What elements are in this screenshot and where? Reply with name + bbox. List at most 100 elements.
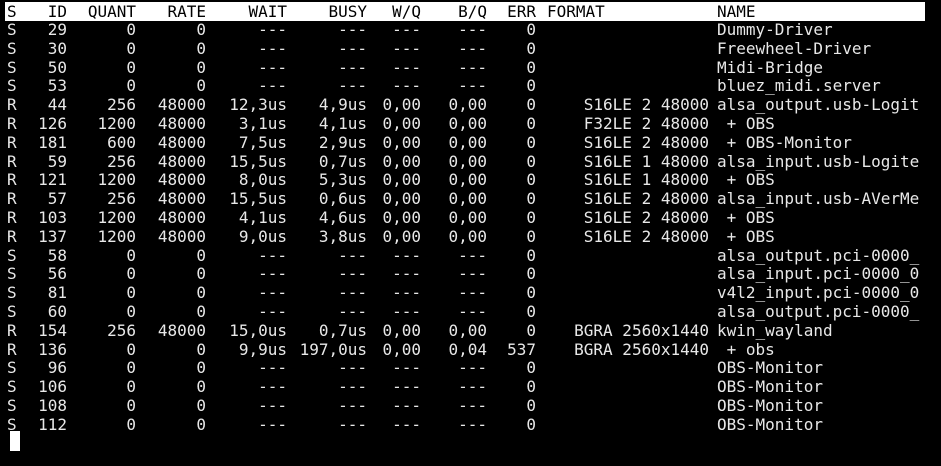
cell-wq: 0,00	[382, 320, 421, 340]
cell-quant: 0	[126, 38, 136, 58]
table-row: R 103 1200 48000 4,1us 4,6us 0,00 0,00 0 S16LE 2 …	[5, 207, 941, 228]
cell-wait: ---	[258, 76, 287, 96]
header-bq: B/Q	[458, 2, 487, 21]
cell-wq: ---	[392, 76, 421, 96]
cell-wq: ---	[392, 395, 421, 415]
terminal-cursor	[10, 431, 20, 451]
cell-quant: 0	[126, 414, 136, 434]
terminal-window[interactable]: S ID QUANT RATE WAIT BUSY W/Q B/Q ERR FO…	[5, 0, 941, 466]
cell-id: 44	[47, 95, 67, 115]
table-row: S 58 0 0 --- --- --- --- 0 alsa_output.pci-0000_	[5, 245, 941, 266]
cell-name: alsa_input.pci-0000_0	[717, 264, 920, 284]
cell-err: 537	[507, 339, 536, 359]
cell-wq: ---	[392, 38, 421, 58]
cell-rate: 48000	[157, 151, 206, 171]
table-row: R 136 0 0 9,9us 197,0us 0,00 0,04 537 BGRA 2560x1…	[5, 339, 941, 360]
cell-name: alsa_input.usb-AVerMe	[717, 189, 920, 209]
cell-name: OBS-Monitor	[717, 414, 823, 434]
cell-err: 0	[526, 264, 536, 284]
cell-busy: 0,7us	[318, 151, 367, 171]
cell-format: S16LE 2 48000	[583, 226, 709, 246]
cell-id: 121	[38, 170, 67, 190]
cell-err: 0	[526, 189, 536, 209]
cell-id: 58	[47, 245, 67, 265]
cell-wq: 0,00	[382, 132, 421, 152]
cell-id: 154	[38, 320, 67, 340]
cell-quant: 0	[126, 264, 136, 284]
cell-format: BGRA 2560x1440	[574, 339, 709, 359]
cell-rate: 0	[196, 20, 206, 39]
cell-err: 0	[526, 245, 536, 265]
cell-bq: ---	[458, 414, 487, 434]
cell-format: S16LE 1 48000	[583, 170, 709, 190]
cell-id: 136	[38, 339, 67, 359]
header-rate: RATE	[167, 2, 206, 21]
cell-bq: 0,00	[448, 207, 487, 227]
table-row: R 121 1200 48000 8,0us 5,3us 0,00 0,00 0 S16LE 1 …	[5, 171, 941, 190]
cell-wait: 8,0us	[238, 170, 287, 190]
cell-wait: ---	[258, 264, 287, 284]
cell-id: 103	[38, 207, 67, 227]
cell-name: bluez_midi.server	[717, 76, 881, 96]
cell-wq: 0,00	[382, 339, 421, 359]
cell-wait: ---	[258, 245, 287, 265]
cell-name: OBS-Monitor	[717, 395, 823, 415]
cell-wq: 0,00	[382, 226, 421, 246]
cell-quant: 0	[126, 20, 136, 39]
header-wq: W/Q	[392, 2, 421, 21]
cell-name: + OBS-Monitor	[717, 132, 852, 152]
cell-busy: ---	[338, 245, 367, 265]
table-row: R 137 1200 48000 9,0us 3,8us 0,00 0,00 0 S16LE 2 …	[5, 226, 941, 247]
cell-quant: 0	[126, 339, 136, 359]
cell-wq: ---	[392, 283, 421, 303]
cell-wait: ---	[258, 283, 287, 303]
cell-err: 0	[526, 207, 536, 227]
cell-wait: ---	[258, 38, 287, 58]
cell-bq: ---	[458, 301, 487, 321]
cell-busy: 4,6us	[318, 207, 367, 227]
table-row: S 108 0 0 --- --- --- --- 0 OBS-Monitor	[5, 395, 941, 416]
cell-quant: 256	[107, 95, 136, 115]
cell-rate: 48000	[157, 189, 206, 209]
cell-busy: ---	[338, 283, 367, 303]
table-row: S 112 0 0 --- --- --- --- 0 OBS-Monitor	[5, 414, 941, 435]
cell-format: S16LE 2 48000	[583, 189, 709, 209]
cell-wq: 0,00	[382, 95, 421, 115]
table-row: S 29 0 0 --- --- --- --- 0 Dummy-Driver	[5, 20, 941, 40]
cell-err: 0	[526, 395, 536, 415]
cell-rate: 0	[196, 76, 206, 96]
cell-quant: 0	[126, 57, 136, 77]
cell-wait: 4,1us	[238, 207, 287, 227]
cell-busy: ---	[338, 377, 367, 397]
cell-rate: 0	[196, 339, 206, 359]
cell-bq: 0,00	[448, 320, 487, 340]
cell-wait: 15,5us	[229, 151, 287, 171]
cell-wait: ---	[258, 57, 287, 77]
cell-err: 0	[526, 226, 536, 246]
cell-bq: ---	[458, 377, 487, 397]
cell-wait: 9,9us	[238, 339, 287, 359]
cell-bq: 0,00	[448, 151, 487, 171]
table-row: R 44 256 48000 12,3us 4,9us 0,00 0,00 0 S16LE 2 4…	[5, 95, 941, 115]
cell-name: Dummy-Driver	[717, 20, 833, 39]
cell-bq: 0,00	[448, 170, 487, 190]
cell-err: 0	[526, 20, 536, 39]
cell-wait: ---	[258, 20, 287, 39]
cell-id: 59	[47, 151, 67, 171]
cell-rate: 48000	[157, 320, 206, 340]
table-row: S 81 0 0 --- --- --- --- 0 v4l2_input.pci-0000_0	[5, 283, 941, 303]
cell-rate: 0	[196, 283, 206, 303]
cell-bq: 0,04	[448, 339, 487, 359]
table-row: R 59 256 48000 15,5us 0,7us 0,00 0,00 0 S16LE 1 4…	[5, 151, 941, 172]
cell-wq: ---	[392, 414, 421, 434]
table-row: S 96 0 0 --- --- --- --- 0 OBS-Monitor	[5, 359, 941, 378]
cell-err: 0	[526, 113, 536, 133]
cell-name: alsa_input.usb-Logite	[717, 151, 920, 171]
cell-id: 137	[38, 226, 67, 246]
cell-id: 181	[38, 132, 67, 152]
cell-rate: 0	[196, 38, 206, 58]
cell-format: S16LE 1 48000	[583, 151, 709, 171]
cell-id: 96	[47, 358, 67, 378]
cell-err: 0	[526, 283, 536, 303]
cell-id: 57	[47, 189, 67, 209]
